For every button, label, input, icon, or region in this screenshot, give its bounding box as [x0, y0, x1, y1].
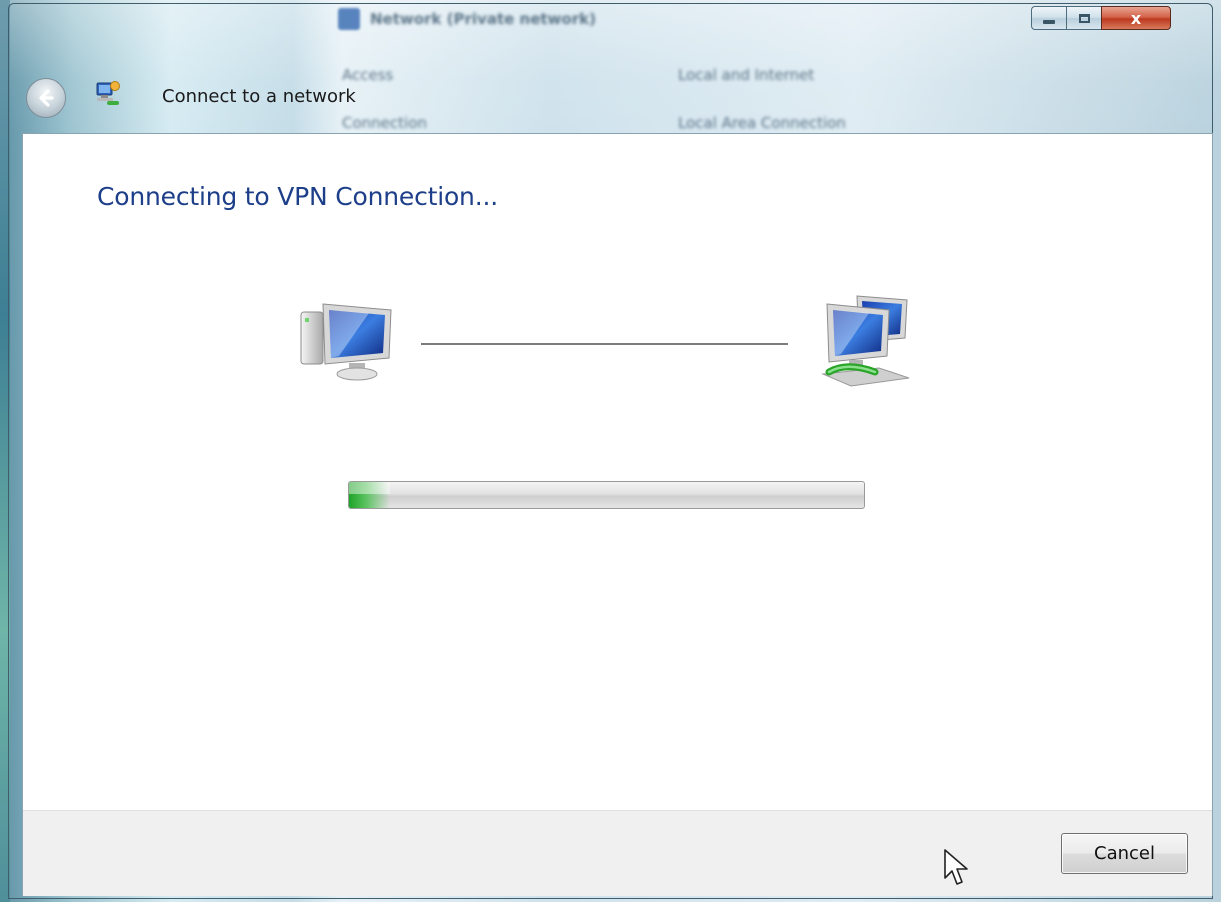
close-icon: x — [1130, 8, 1142, 28]
background-row-value: Local and Internet — [678, 66, 815, 84]
connection-line — [421, 343, 788, 345]
network-icon — [96, 81, 120, 105]
close-button[interactable]: x — [1101, 6, 1171, 30]
network-computers-icon — [821, 295, 910, 387]
background-row-label: Access — [342, 66, 394, 84]
maximize-icon — [1078, 13, 1090, 23]
window-title: Connect to a network — [162, 86, 356, 107]
page-heading: Connecting to VPN Connection... — [97, 182, 498, 211]
background-network-icon — [338, 8, 360, 30]
computer-icon — [300, 303, 392, 381]
maximize-button[interactable] — [1066, 6, 1101, 30]
minimize-icon — [1043, 20, 1055, 24]
background-row-label: Connection — [342, 114, 427, 132]
content-panel: Connecting to VPN Connection... Cancel — [22, 133, 1213, 896]
frame-left-edge — [0, 0, 10, 902]
progress-fill — [349, 482, 391, 508]
dialog-footer: Cancel — [23, 810, 1212, 896]
back-arrow-icon — [39, 89, 54, 107]
background-window-title: Network (Private network) — [370, 10, 596, 28]
connection-progress-bar — [348, 481, 865, 509]
back-button[interactable] — [26, 78, 66, 118]
cancel-button[interactable]: Cancel — [1061, 833, 1188, 874]
background-row-value: Local Area Connection — [678, 114, 846, 132]
mouse-pointer-icon — [944, 849, 968, 885]
caption-buttons: x — [1031, 6, 1171, 32]
minimize-button[interactable] — [1031, 6, 1066, 30]
